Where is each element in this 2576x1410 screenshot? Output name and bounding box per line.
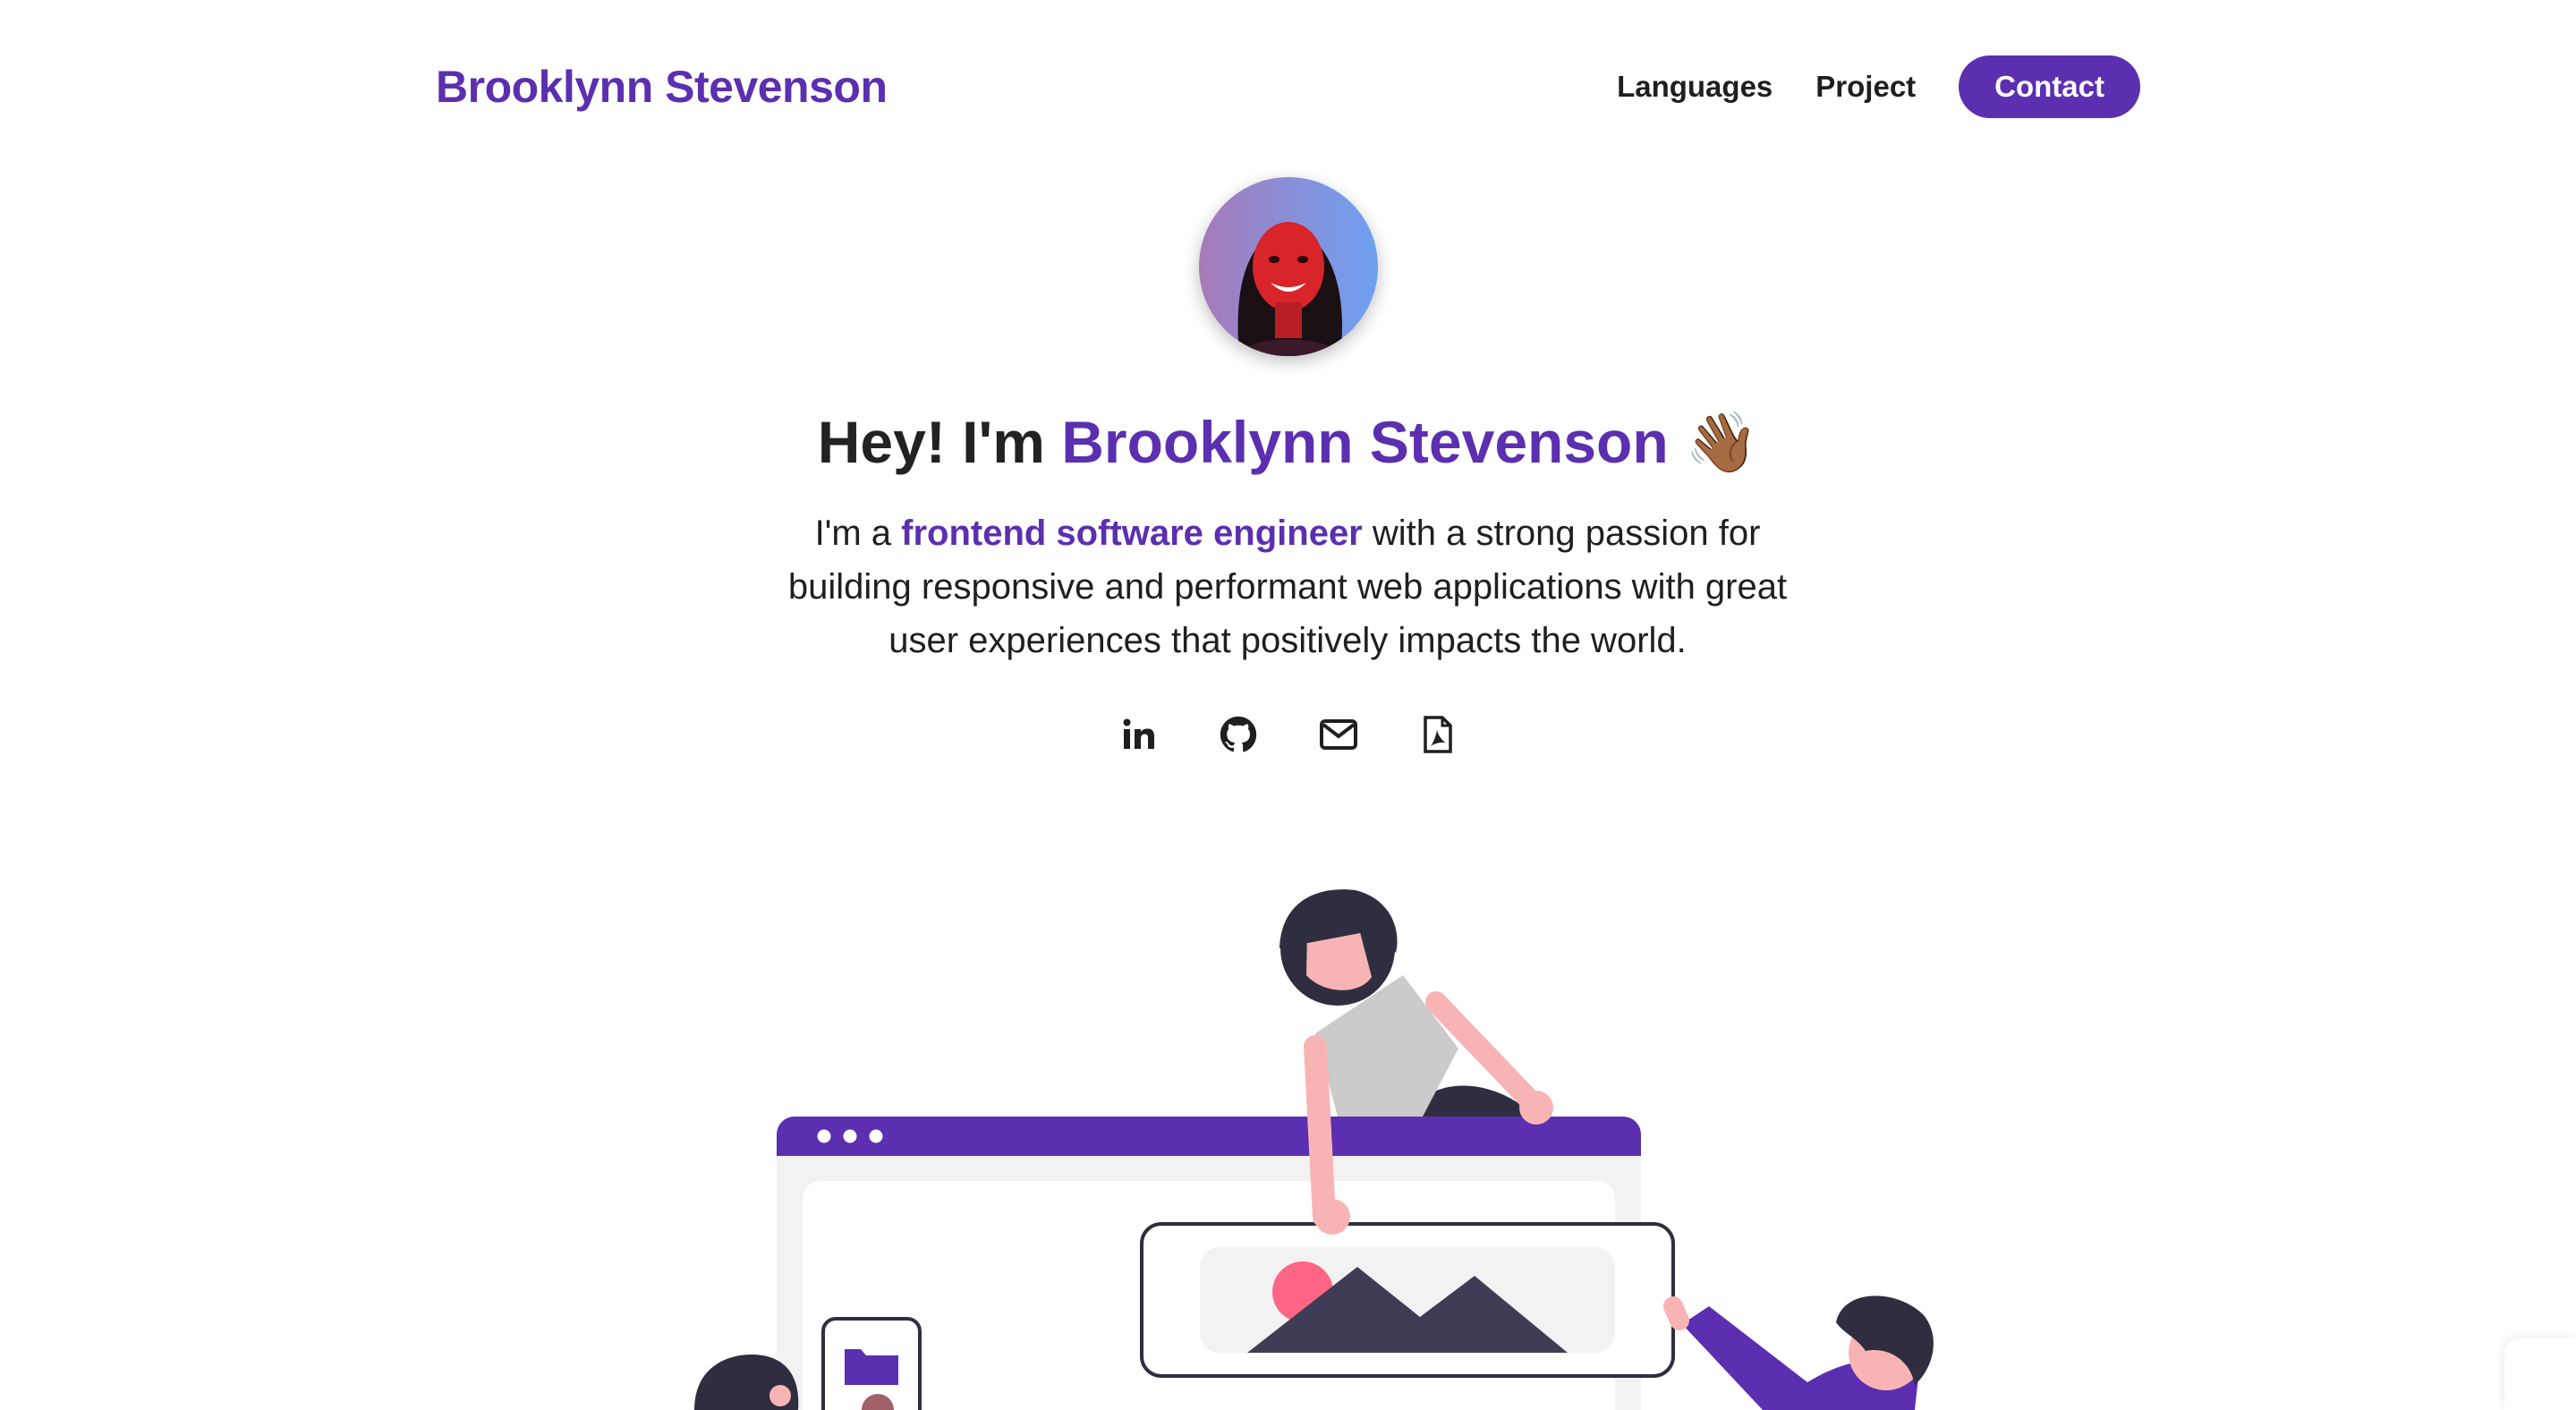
mail-icon[interactable] bbox=[1318, 714, 1359, 755]
hero-tagline: I'm a frontend software engineer with a … bbox=[751, 506, 1824, 667]
folder-card-graphic bbox=[821, 1317, 922, 1410]
wave-emoji: 👋🏾 bbox=[1685, 409, 1759, 475]
brand-logo[interactable]: Brooklynn Stevenson bbox=[436, 61, 888, 113]
tagline-prefix: I'm a bbox=[814, 514, 902, 553]
main-nav: Languages Project Contact bbox=[1617, 55, 2140, 118]
corner-widget[interactable] bbox=[2504, 1338, 2576, 1410]
greeting-name: Brooklynn Stevenson bbox=[1061, 409, 1669, 475]
nav-languages[interactable]: Languages bbox=[1617, 70, 1773, 104]
greeting-prefix: Hey! I'm bbox=[817, 409, 1062, 475]
linkedin-icon[interactable] bbox=[1118, 714, 1160, 755]
man-figure-graphic bbox=[1663, 1295, 1934, 1410]
hero-headline: Hey! I'm Brooklynn Stevenson 👋🏾 bbox=[0, 408, 2576, 478]
hero-illustration bbox=[694, 889, 1934, 1410]
tagline-role: frontend software engineer bbox=[901, 514, 1363, 553]
contact-button[interactable]: Contact bbox=[1959, 55, 2140, 118]
nav-project[interactable]: Project bbox=[1815, 70, 1916, 104]
social-links bbox=[1118, 714, 1458, 755]
pdf-resume-icon[interactable] bbox=[1417, 714, 1458, 755]
portfolio-page: Brooklynn Stevenson Languages Project Co… bbox=[0, 0, 2576, 1410]
image-card-graphic bbox=[1140, 1222, 1675, 1378]
profile-avatar bbox=[1199, 177, 1378, 356]
github-icon[interactable] bbox=[1218, 714, 1259, 755]
